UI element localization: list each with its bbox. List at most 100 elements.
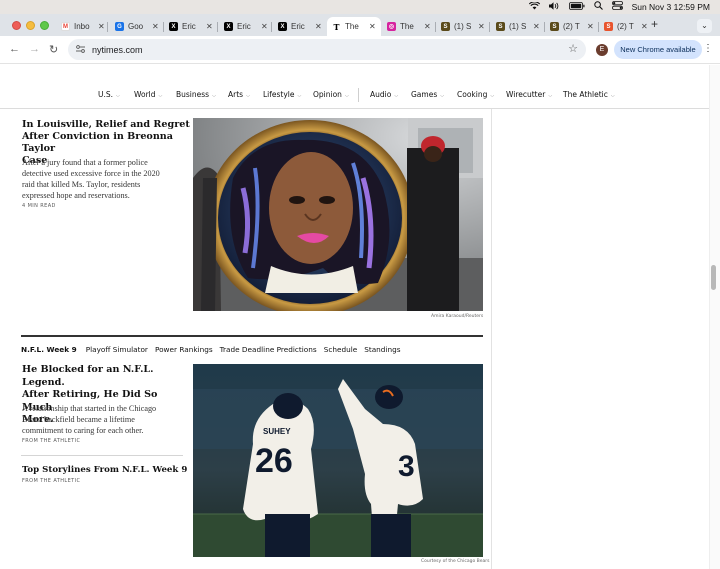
substack-icon: S	[496, 22, 505, 31]
substack-icon: S	[550, 22, 559, 31]
tab-strip: M Inbo ✕ G Goo ✕ X Eric ✕ X Eric ✕ X Eri…	[0, 14, 720, 36]
read-time: 4 MIN READ	[22, 203, 56, 209]
forward-arrow-icon[interactable]: →	[29, 43, 40, 55]
scrollbar-thumb[interactable]	[711, 265, 716, 290]
new-chrome-available-button[interactable]: New Chrome available	[614, 40, 702, 59]
tab-instagram[interactable]: ◎ The ✕	[382, 17, 434, 36]
chevron-down-icon: ⌵	[116, 93, 120, 99]
tab-separator	[271, 22, 272, 32]
link-trade-deadline-predictions[interactable]: Trade Deadline Predictions	[220, 345, 317, 354]
chevron-down-icon: ⌵	[548, 93, 553, 99]
bookmark-star-icon[interactable]: ☆	[568, 42, 578, 55]
tab-x-post-3[interactable]: X Eric ✕	[273, 17, 325, 36]
close-tab-icon[interactable]: ✕	[315, 22, 322, 31]
close-tab-icon[interactable]: ✕	[369, 22, 376, 31]
page-scrollbar[interactable]	[709, 65, 720, 569]
link-standings[interactable]: Standings	[364, 345, 400, 354]
nav-item-wirecutter[interactable]: Wirecutter ⌵	[506, 90, 552, 99]
profile-avatar[interactable]: E	[596, 44, 608, 56]
nav-item-audio[interactable]: Audio ⌵	[370, 90, 398, 99]
new-tab-button[interactable]: +	[651, 17, 658, 31]
nav-item-arts[interactable]: Arts ⌵	[228, 90, 250, 99]
tab-gmail-inbox[interactable]: M Inbo ✕	[56, 17, 106, 36]
tab-substack-1[interactable]: S (1) S ✕	[436, 17, 488, 36]
x-logo-icon: X	[224, 22, 233, 31]
nav-item-opinion[interactable]: Opinion ⌵	[313, 90, 349, 99]
link-schedule[interactable]: Schedule	[324, 345, 358, 354]
story-source: FROM THE ATHLETIC	[22, 478, 81, 484]
nav-item-world[interactable]: World ⌵	[134, 90, 162, 99]
close-tab-icon[interactable]: ✕	[152, 22, 159, 31]
close-tab-icon[interactable]: ✕	[424, 22, 431, 31]
tab-separator	[217, 22, 218, 32]
tab-label: (1) S	[509, 22, 527, 31]
tab-label: Eric	[237, 22, 251, 31]
close-tab-icon[interactable]: ✕	[533, 22, 540, 31]
nyt-logo-icon: T	[332, 21, 341, 32]
breonna-taylor-portrait-photo[interactable]	[193, 118, 483, 311]
chevron-down-icon: ⌵	[246, 93, 250, 99]
back-arrow-icon[interactable]: ←	[9, 43, 20, 55]
substack-icon: S	[604, 22, 613, 31]
minimize-window-button[interactable]	[26, 21, 35, 30]
chicago-bears-players-photo[interactable]: 26 SUHEY 3	[193, 364, 483, 557]
browser-toolbar: ← → ↻ nytimes.com ☆ E New Chrome availab…	[0, 36, 720, 64]
tab-x-post-1[interactable]: X Eric ✕	[164, 17, 216, 36]
story-summary: After a jury found that a former police …	[22, 158, 160, 200]
system-menu-bar: Sun Nov 3 12:59 PM	[0, 0, 720, 14]
nav-item-us[interactable]: U.S. ⌵	[98, 90, 120, 99]
chevron-down-icon: ⌵	[394, 93, 399, 99]
nav-item-business[interactable]: Business ⌵	[176, 90, 216, 99]
tab-google-docs[interactable]: G Goo ✕	[110, 17, 162, 36]
chevron-down-icon: ⌵	[610, 93, 615, 99]
tab-substack-3[interactable]: S (2) T ✕	[545, 17, 597, 36]
fullscreen-window-button[interactable]	[40, 21, 49, 30]
tab-substack-2[interactable]: S (1) S ✕	[491, 17, 543, 36]
link-playoff-simulator[interactable]: Playoff Simulator	[86, 345, 148, 354]
chevron-down-icon: ⌵	[297, 93, 302, 99]
control-center-icon[interactable]	[611, 0, 623, 14]
site-info-icon[interactable]	[76, 44, 85, 55]
close-tab-icon[interactable]: ✕	[641, 22, 648, 31]
gmail-icon: M	[61, 22, 70, 31]
photo-credit: Amira Karaoud/Reuters	[431, 314, 484, 319]
url-text[interactable]: nytimes.com	[92, 45, 143, 55]
wifi-icon[interactable]	[528, 0, 540, 14]
story-headline[interactable]: Top Storylines From N.F.L. Week 9	[22, 465, 192, 476]
tab-label: Goo	[128, 22, 144, 31]
section-title[interactable]: N.F.L. Week 9	[21, 345, 77, 354]
nav-item-games[interactable]: Games ⌵	[411, 90, 444, 99]
photo-credit: Courtesy of the Chicago Bears	[421, 559, 490, 564]
nav-item-lifestyle[interactable]: Lifestyle ⌵	[263, 90, 301, 99]
tab-label: Eric	[291, 22, 305, 31]
jersey-number-right: 3	[398, 450, 415, 483]
close-tab-icon[interactable]: ✕	[206, 22, 213, 31]
chevron-down-icon: ⌵	[344, 93, 349, 99]
nav-item-the-athletic[interactable]: The Athletic ⌵	[563, 90, 615, 99]
menu-clock[interactable]: Sun Nov 3 12:59 PM	[632, 2, 710, 12]
more-menu-icon[interactable]: ⋮	[703, 43, 713, 54]
tab-label: (1) S	[454, 22, 472, 31]
address-bar[interactable]: nytimes.com ☆	[68, 39, 586, 60]
tab-x-post-2[interactable]: X Eric ✕	[219, 17, 271, 36]
tab-nytimes-active[interactable]: T The ✕	[327, 17, 381, 36]
tab-substack-4[interactable]: S (2) T ✕	[599, 17, 649, 36]
nfl-week-9-subnav: N.F.L. Week 9 Playoff Simulator Power Ra…	[21, 343, 408, 355]
close-tab-icon[interactable]: ✕	[587, 22, 594, 31]
close-tab-icon[interactable]: ✕	[261, 22, 268, 31]
search-icon[interactable]	[593, 0, 603, 14]
close-tab-icon[interactable]: ✕	[98, 22, 105, 31]
nav-item-cooking[interactable]: Cooking ⌵	[457, 90, 494, 99]
link-power-rankings[interactable]: Power Rankings	[155, 345, 213, 354]
section-rule	[21, 335, 483, 337]
tab-search-chevron-icon[interactable]: ⌄	[697, 19, 712, 33]
close-tab-icon[interactable]: ✕	[478, 22, 485, 31]
close-window-button[interactable]	[12, 21, 21, 30]
chevron-down-icon: ⌵	[490, 93, 495, 99]
google-docs-icon: G	[115, 22, 124, 31]
volume-icon[interactable]	[548, 0, 560, 14]
reload-icon[interactable]: ↻	[49, 43, 58, 56]
chevron-down-icon: ⌵	[158, 93, 163, 99]
tab-label: Inbo	[74, 22, 90, 31]
battery-icon[interactable]	[568, 0, 585, 14]
